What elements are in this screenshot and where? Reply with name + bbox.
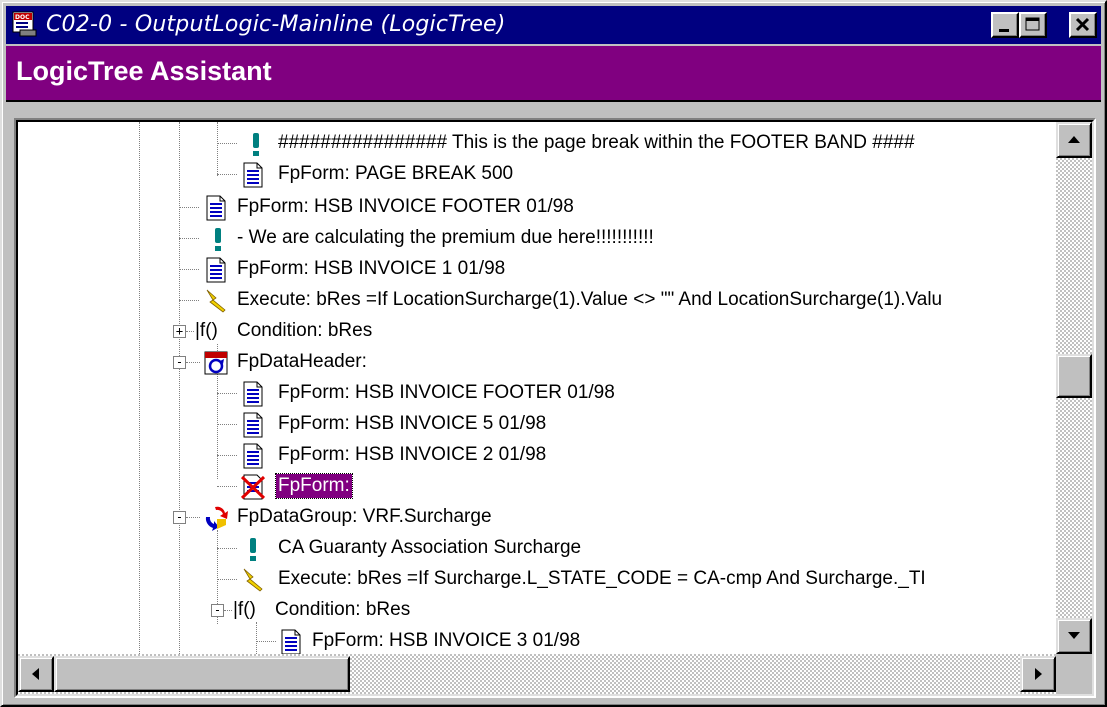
assistant-banner: LogicTree Assistant <box>6 46 1101 102</box>
collapse-toggle[interactable]: - <box>173 511 186 524</box>
tree-guide-line <box>256 622 257 654</box>
tree-connector <box>217 174 237 175</box>
tree-connector <box>179 207 199 208</box>
tree-guide-line <box>179 122 180 654</box>
maximize-icon <box>1025 17 1040 31</box>
tree-node-label: FpForm: HSB INVOICE 1 01/98 <box>237 258 506 279</box>
tree-guide-line <box>217 122 218 176</box>
doc-app-icon[interactable]: DOC <box>12 11 38 37</box>
arrow-right-icon <box>1035 668 1042 680</box>
tree-node-label: FpForm: HSB INVOICE 3 01/98 <box>312 630 581 651</box>
collapse-toggle[interactable]: - <box>173 356 186 369</box>
tree-node-label: FpDataHeader: <box>237 351 367 372</box>
scroll-up-button[interactable] <box>1056 122 1092 158</box>
arrow-up-icon <box>1068 136 1080 143</box>
tree-node-label: FpDataGroup: VRF.Surcharge <box>237 506 492 527</box>
logic-tree-view[interactable]: ################ This is the page break … <box>16 120 1094 696</box>
tree-node-label: FpForm: <box>275 473 353 499</box>
scroll-down-button[interactable] <box>1056 618 1092 654</box>
tree-connector <box>256 641 276 642</box>
title-bar[interactable]: DOC C02-0 - OutputLogic-Mainline (LogicT… <box>6 6 1101 44</box>
tree-connector <box>217 455 237 456</box>
tree-node-label: CA Guaranty Association Surcharge <box>278 537 582 558</box>
tree-node-label: FpForm: PAGE BREAK 500 <box>278 163 514 184</box>
exclamation-icon <box>253 133 259 156</box>
minimize-button[interactable] <box>991 12 1019 38</box>
tree-connector <box>179 269 199 270</box>
scroll-left-button[interactable] <box>18 656 54 692</box>
tree-node-label: Condition: bRes <box>275 599 411 620</box>
invalid-document-icon <box>240 474 266 500</box>
condition-icon: |f() <box>233 599 256 620</box>
arrow-left-icon <box>32 668 39 680</box>
exclamation-icon <box>250 538 256 561</box>
lightning-icon <box>206 289 226 313</box>
svg-text:DOC: DOC <box>15 14 30 21</box>
close-button[interactable] <box>1069 12 1097 38</box>
document-icon <box>243 412 263 438</box>
scrollbar-corner <box>1056 654 1092 694</box>
exclamation-icon <box>215 228 221 251</box>
document-icon <box>206 257 226 283</box>
tree-connector <box>186 517 200 518</box>
tree-node-label: FpForm: HSB INVOICE FOOTER 01/98 <box>278 382 615 403</box>
close-icon <box>1075 17 1090 32</box>
tree-node-label: ################ This is the page break … <box>278 132 915 153</box>
tree-guide-line <box>139 122 140 654</box>
tree-connector <box>217 424 237 425</box>
tree-connector <box>179 300 199 301</box>
maximize-button[interactable] <box>1019 12 1047 38</box>
horizontal-scrollbar[interactable] <box>18 654 1056 694</box>
tree-connector <box>186 362 200 363</box>
tree-node-label: Execute: bRes =If Surcharge.L_STATE_CODE… <box>278 568 926 589</box>
window-title: C02-0 - OutputLogic-Mainline (LogicTree) <box>46 12 506 37</box>
document-icon <box>281 629 301 654</box>
vertical-scroll-thumb[interactable] <box>1056 354 1092 398</box>
tree-node-label: Execute: bRes =If LocationSurcharge(1).V… <box>237 289 943 310</box>
expand-toggle[interactable]: + <box>173 325 186 338</box>
document-icon <box>206 195 226 221</box>
scroll-right-button[interactable] <box>1020 656 1056 692</box>
tree-connector <box>217 579 237 580</box>
tree-connector <box>217 393 237 394</box>
tree-connector <box>186 331 194 332</box>
tree-node-label: FpForm: HSB INVOICE 2 01/98 <box>278 444 547 465</box>
data-header-icon <box>204 351 228 375</box>
tree-frame: ################ This is the page break … <box>14 118 1096 698</box>
tree-connector <box>217 143 237 144</box>
tree-node-label: - We are calculating the premium due her… <box>237 227 654 248</box>
data-group-icon <box>205 506 228 531</box>
tree-connector <box>217 548 237 549</box>
lightning-icon <box>243 568 263 592</box>
tree-area[interactable]: ################ This is the page break … <box>18 122 1056 654</box>
tree-connector <box>179 238 199 239</box>
tree-node-label: FpForm: HSB INVOICE 5 01/98 <box>278 413 547 434</box>
document-icon <box>243 443 263 469</box>
collapse-toggle[interactable]: - <box>211 604 224 617</box>
tree-connector <box>224 610 232 611</box>
tree-node-label: Condition: bRes <box>237 320 373 341</box>
document-icon <box>243 381 263 407</box>
tree-node-label: FpForm: HSB INVOICE FOOTER 01/98 <box>237 196 574 217</box>
banner-title: LogicTree Assistant <box>16 56 272 86</box>
minimize-icon <box>999 29 1009 32</box>
vertical-scrollbar[interactable] <box>1056 122 1092 654</box>
app-window: DOC C02-0 - OutputLogic-Mainline (LogicT… <box>0 0 1107 707</box>
tree-connector <box>217 486 237 487</box>
horizontal-scroll-thumb[interactable] <box>54 656 350 692</box>
condition-icon: |f() <box>195 320 218 341</box>
arrow-down-icon <box>1068 632 1080 639</box>
document-icon <box>243 162 263 188</box>
